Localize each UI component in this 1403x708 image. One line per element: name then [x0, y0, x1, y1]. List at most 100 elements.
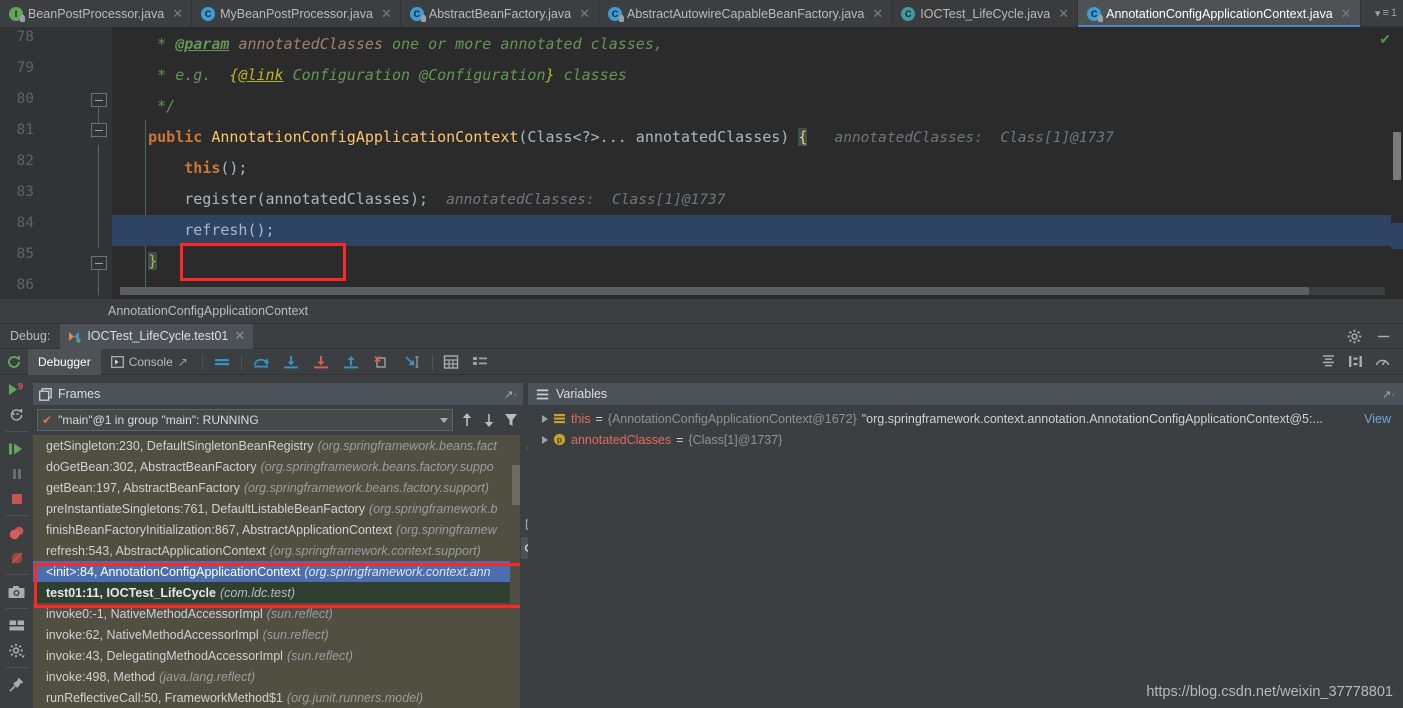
editor-marker-bar[interactable] [1391, 27, 1403, 299]
close-icon[interactable]: ✕ [1058, 7, 1069, 20]
code-line-79: * e.g. {@link Configuration @Configurati… [112, 60, 1403, 91]
watches-icon[interactable] [465, 349, 495, 375]
fold-region-top-icon[interactable] [91, 85, 107, 93]
list-item[interactable]: invoke0:-1, NativeMethodAccessorImpl (su… [33, 603, 523, 624]
editor-hscrollbar[interactable] [120, 287, 1385, 295]
list-item[interactable]: getBean:197, AbstractBeanFactory (org.sp… [33, 477, 523, 498]
close-icon[interactable]: ✕ [381, 7, 392, 20]
debug-session-tab[interactable]: IOCTest_LifeCycle.test01 ✕ [60, 323, 254, 349]
screenshot-icon[interactable] [0, 579, 33, 604]
filter-icon[interactable] [503, 411, 519, 429]
code-text-area[interactable]: * @param annotatedClasses one or more an… [112, 27, 1403, 299]
tabs-overflow-button[interactable]: ▾ ≡ 1 [1369, 0, 1403, 26]
fold-region-end-icon[interactable] [91, 137, 107, 145]
fold-region-top-icon[interactable] [91, 248, 107, 256]
stop-icon[interactable] [0, 486, 33, 511]
run-to-cursor-icon[interactable] [396, 349, 428, 375]
show-execution-point-icon[interactable] [207, 349, 237, 375]
editor-tab-abstractautowirecapablebeanfactory[interactable]: C AbstractAutowireCapableBeanFactory.jav… [598, 0, 893, 27]
chevron-right-icon[interactable] [542, 435, 548, 444]
editor-tab-annotationconfigapplicationcontext[interactable]: C AnnotationConfigApplicationContext.jav… [1078, 0, 1361, 27]
debug-header-actions [1347, 329, 1403, 344]
rerun-debug-icon[interactable]: 9 [0, 377, 33, 402]
up-arrow-icon[interactable] [459, 411, 475, 429]
close-icon[interactable]: ✕ [1341, 7, 1352, 20]
editor-tab-abstractbeanfactory[interactable]: C AbstractBeanFactory.java ✕ [400, 0, 599, 27]
javadoc-star: * [157, 35, 167, 53]
list-item-user-code[interactable]: test01:11, IOCTest_LifeCycle (com.ldc.te… [33, 582, 523, 603]
down-arrow-icon[interactable] [481, 411, 497, 429]
chevron-down-icon[interactable] [440, 417, 448, 423]
mute-breakpoints-icon[interactable] [0, 545, 33, 570]
chevron-right-icon[interactable] [542, 414, 548, 423]
rerun-icon[interactable] [0, 349, 28, 375]
thread-combo[interactable]: ✔ "main"@1 in group "main": RUNNING [37, 409, 453, 431]
editor-tab-ioctest-lifecycle[interactable]: C IOCTest_LifeCycle.java ✕ [892, 0, 1079, 27]
evaluate-expression-icon[interactable] [437, 349, 465, 375]
current-line-marker[interactable] [1391, 223, 1403, 249]
step-into-icon[interactable] [276, 349, 306, 375]
editor-gutter[interactable]: 78 79 80 81 82 83 84 85 86 [0, 27, 112, 299]
close-icon[interactable]: ✕ [872, 7, 883, 20]
fold-collapse-icon[interactable] [91, 123, 107, 137]
frames-list[interactable]: getSingleton:230, DefaultSingletonBeanRe… [33, 435, 523, 708]
fold-collapse-icon[interactable] [91, 256, 107, 270]
frames-hide-icon[interactable]: ↗· [504, 388, 517, 401]
list-item[interactable]: preInstantiateSingletons:761, DefaultLis… [33, 498, 523, 519]
variables-tree[interactable]: this = {AnnotationConfigApplicationConte… [528, 405, 1403, 708]
constructor-params: (Class<?>... annotatedClasses) [518, 128, 790, 146]
pause-program-icon[interactable] [0, 461, 33, 486]
force-step-into-icon[interactable] [306, 349, 336, 375]
list-item[interactable]: getSingleton:230, DefaultSingletonBeanRe… [33, 435, 523, 456]
list-item[interactable]: runReflectiveCall:50, FrameworkMethod$1 … [33, 687, 523, 708]
view-breakpoints-icon[interactable] [0, 520, 33, 545]
list-item[interactable]: invoke:498, Method (java.lang.reflect) [33, 666, 523, 687]
list-item[interactable]: finishBeanFactoryInitialization:867, Abs… [33, 519, 523, 540]
minimize-icon[interactable] [1376, 329, 1391, 344]
frames-title: Frames [58, 387, 101, 401]
frame-package: (org.junit.runners.model) [286, 690, 424, 705]
code-editor[interactable]: 78 79 80 81 82 83 84 85 86 * @param anno… [0, 27, 1403, 299]
svg-text:9: 9 [18, 382, 23, 392]
inline-debug-hint: annotatedClasses: Class[1]@1737 [834, 130, 1114, 146]
resume-program-icon[interactable] [0, 436, 33, 461]
code-line-83: register(annotatedClasses); annotatedCla… [112, 184, 1403, 215]
list-item[interactable]: refresh:543, AbstractApplicationContext … [33, 540, 523, 561]
layout-settings-icon[interactable] [1320, 354, 1337, 369]
pin-tab-icon[interactable] [0, 672, 33, 697]
variable-row-this[interactable]: this = {AnnotationConfigApplicationConte… [528, 408, 1403, 429]
list-item[interactable]: invoke:43, DelegatingMethodAccessorImpl … [33, 645, 523, 666]
fold-collapse-icon[interactable] [91, 93, 107, 107]
tab-console[interactable]: Console ↗ [101, 349, 198, 375]
breadcrumb[interactable]: AnnotationConfigApplicationContext [0, 299, 1403, 324]
close-icon[interactable]: ✕ [579, 7, 590, 20]
close-icon[interactable]: ✕ [234, 328, 245, 344]
editor-tab-beanpostprocessor[interactable]: I BeanPostProcessor.java ✕ [0, 0, 193, 27]
editor-scrollbar-thumb[interactable] [1393, 132, 1401, 180]
tab-label: AnnotationConfigApplicationContext.java [1106, 6, 1333, 21]
rerun-failed-tests-icon[interactable] [0, 402, 33, 427]
editor-tab-mybeanpostprocessor[interactable]: C MyBeanPostProcessor.java ✕ [192, 0, 401, 27]
settings-icon[interactable] [0, 638, 33, 663]
console-icon [110, 355, 124, 368]
drop-frame-icon[interactable] [366, 349, 396, 375]
layout-icon[interactable] [0, 613, 33, 638]
list-item[interactable]: doGetBean:302, AbstractBeanFactory (org.… [33, 456, 523, 477]
restore-layout-icon[interactable] [1347, 354, 1364, 369]
editor-hscrollbar-thumb[interactable] [120, 287, 1310, 295]
list-item-selected[interactable]: <init>:84, AnnotationConfigApplicationCo… [33, 561, 523, 582]
pin-console-icon[interactable]: ↗ [178, 355, 188, 369]
debugger-toolbar-right [1320, 354, 1403, 369]
tab-debugger[interactable]: Debugger [28, 348, 101, 375]
profiler-icon[interactable] [1374, 354, 1391, 369]
variable-row-annotatedclasses[interactable]: p annotatedClasses = {Class[1]@1737} [528, 429, 1403, 450]
view-link[interactable]: View [1364, 412, 1403, 426]
javadoc-param-tag: @param [175, 35, 230, 53]
inspection-ok-icon[interactable]: ✔ [1379, 31, 1391, 48]
close-icon[interactable]: ✕ [172, 7, 183, 20]
variables-hide-icon[interactable]: ↗· [1382, 388, 1395, 401]
gear-icon[interactable] [1347, 329, 1362, 344]
step-over-icon[interactable] [246, 349, 276, 375]
list-item[interactable]: invoke:62, NativeMethodAccessorImpl (sun… [33, 624, 523, 645]
step-out-icon[interactable] [336, 349, 366, 375]
